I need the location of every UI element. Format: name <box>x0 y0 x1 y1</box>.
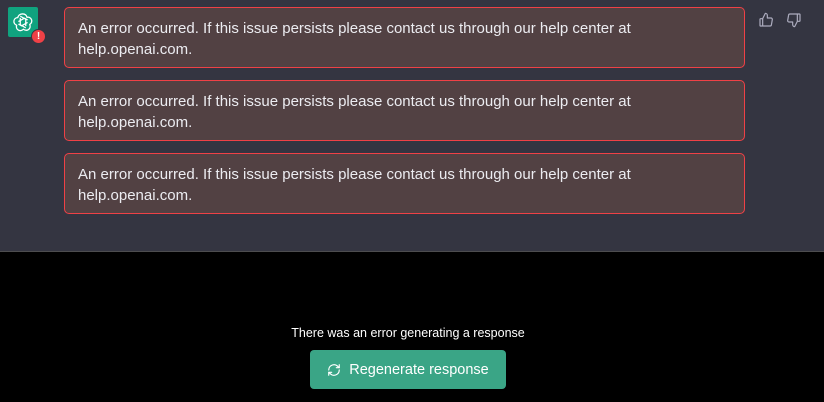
refresh-icon <box>327 363 341 377</box>
error-message: An error occurred. If this issue persist… <box>64 153 745 214</box>
openai-logo-icon <box>13 13 33 32</box>
regenerate-response-button[interactable]: Regenerate response <box>310 350 506 389</box>
error-message-list: An error occurred. If this issue persist… <box>64 7 745 226</box>
thumbs-up-icon <box>759 12 773 27</box>
error-message: An error occurred. If this issue persist… <box>64 7 745 68</box>
conversation-area: ! An error occurred. If this issue persi… <box>0 0 824 252</box>
regenerate-label: Regenerate response <box>349 361 489 378</box>
error-message: An error occurred. If this issue persist… <box>64 80 745 141</box>
thumbs-down-icon <box>787 13 801 28</box>
thumbs-down-button[interactable] <box>785 11 803 29</box>
error-badge: ! <box>31 29 46 44</box>
composer-area: There was an error generating a response… <box>0 252 824 402</box>
thumbs-up-button[interactable] <box>757 11 775 29</box>
generation-error-text: There was an error generating a response <box>291 326 525 340</box>
